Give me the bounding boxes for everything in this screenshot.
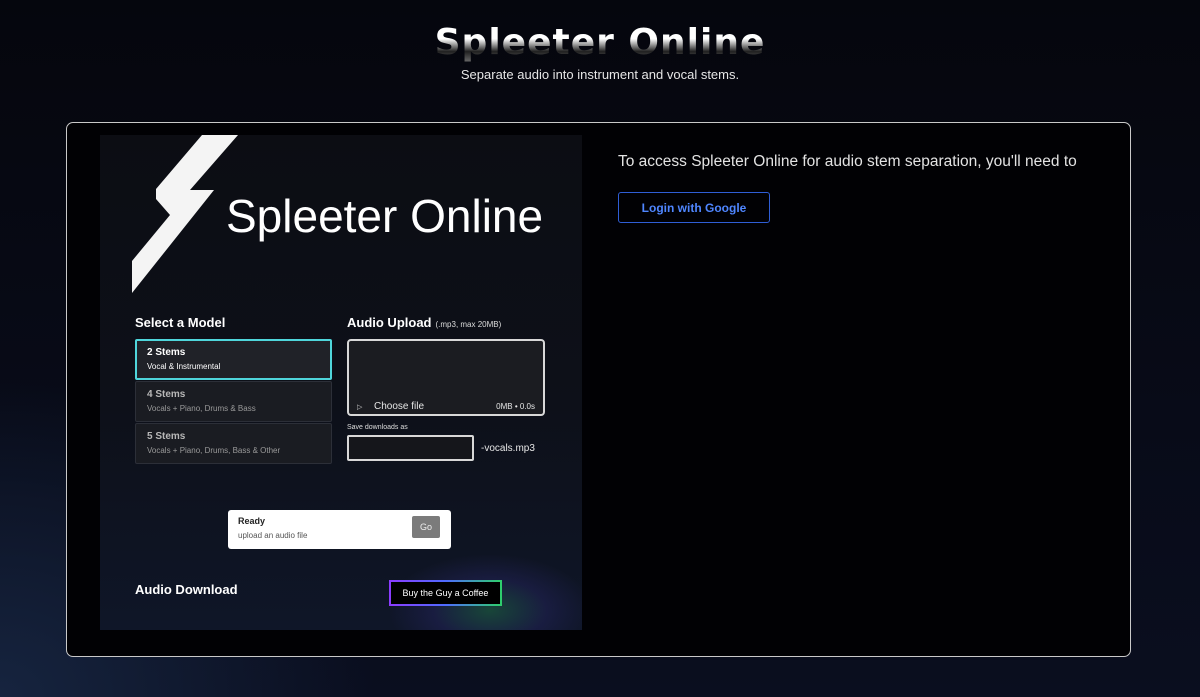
file-meta: 0MB • 0.0s (496, 402, 535, 411)
buy-coffee-button[interactable]: Buy the Guy a Coffee (389, 580, 502, 606)
model-option-4-stems[interactable]: 4 Stems Vocals + Piano, Drums & Bass (135, 381, 332, 422)
save-filename-suffix: -vocals.mp3 (481, 443, 535, 454)
model-desc: Vocals + Piano, Drums & Bass (147, 404, 256, 413)
status-desc: upload an audio file (238, 531, 308, 540)
audio-upload-dropzone[interactable]: ▷ Choose file 0MB • 0.0s (347, 339, 545, 416)
page-header: Spleeter Online Separate audio into inst… (0, 20, 1200, 82)
model-desc: Vocal & Instrumental (147, 362, 221, 371)
status-title: Ready (238, 516, 266, 526)
logo-text: Spleeter Online (226, 190, 544, 242)
model-option-5-stems[interactable]: 5 Stems Vocals + Piano, Drums, Bass & Ot… (135, 423, 332, 464)
upload-hint: (.mp3, max 20MB) (435, 320, 502, 329)
app-preview-image: Spleeter Online Select a Model 2 Stems V… (100, 135, 582, 630)
go-button[interactable]: Go (412, 516, 440, 538)
access-message: To access Spleeter Online for audio stem… (618, 153, 1077, 170)
audio-upload-heading: Audio Upload (.mp3, max 20MB) (347, 315, 501, 330)
save-downloads-label: Save downloads as (347, 424, 408, 431)
model-name: 4 Stems (147, 389, 186, 400)
site-subtitle: Separate audio into instrument and vocal… (460, 67, 740, 82)
login-with-google-button[interactable]: Login with Google (618, 192, 770, 223)
audio-upload-title: Audio Upload (347, 315, 432, 330)
model-name: 5 Stems (147, 431, 186, 442)
site-title: Spleeter Online (0, 20, 1200, 62)
choose-file-button[interactable]: Choose file (374, 401, 424, 412)
model-name: 2 Stems (147, 347, 186, 358)
audio-download-heading: Audio Download (135, 582, 238, 597)
select-model-heading: Select a Model (135, 315, 226, 330)
save-filename-input[interactable] (347, 435, 474, 461)
model-option-2-stems[interactable]: 2 Stems Vocal & Instrumental (135, 339, 332, 380)
status-card: Ready upload an audio file Go (228, 510, 451, 549)
model-desc: Vocals + Piano, Drums, Bass & Other (147, 446, 281, 455)
play-icon[interactable]: ▷ (357, 403, 362, 411)
main-card: Spleeter Online Select a Model 2 Stems V… (66, 122, 1131, 657)
